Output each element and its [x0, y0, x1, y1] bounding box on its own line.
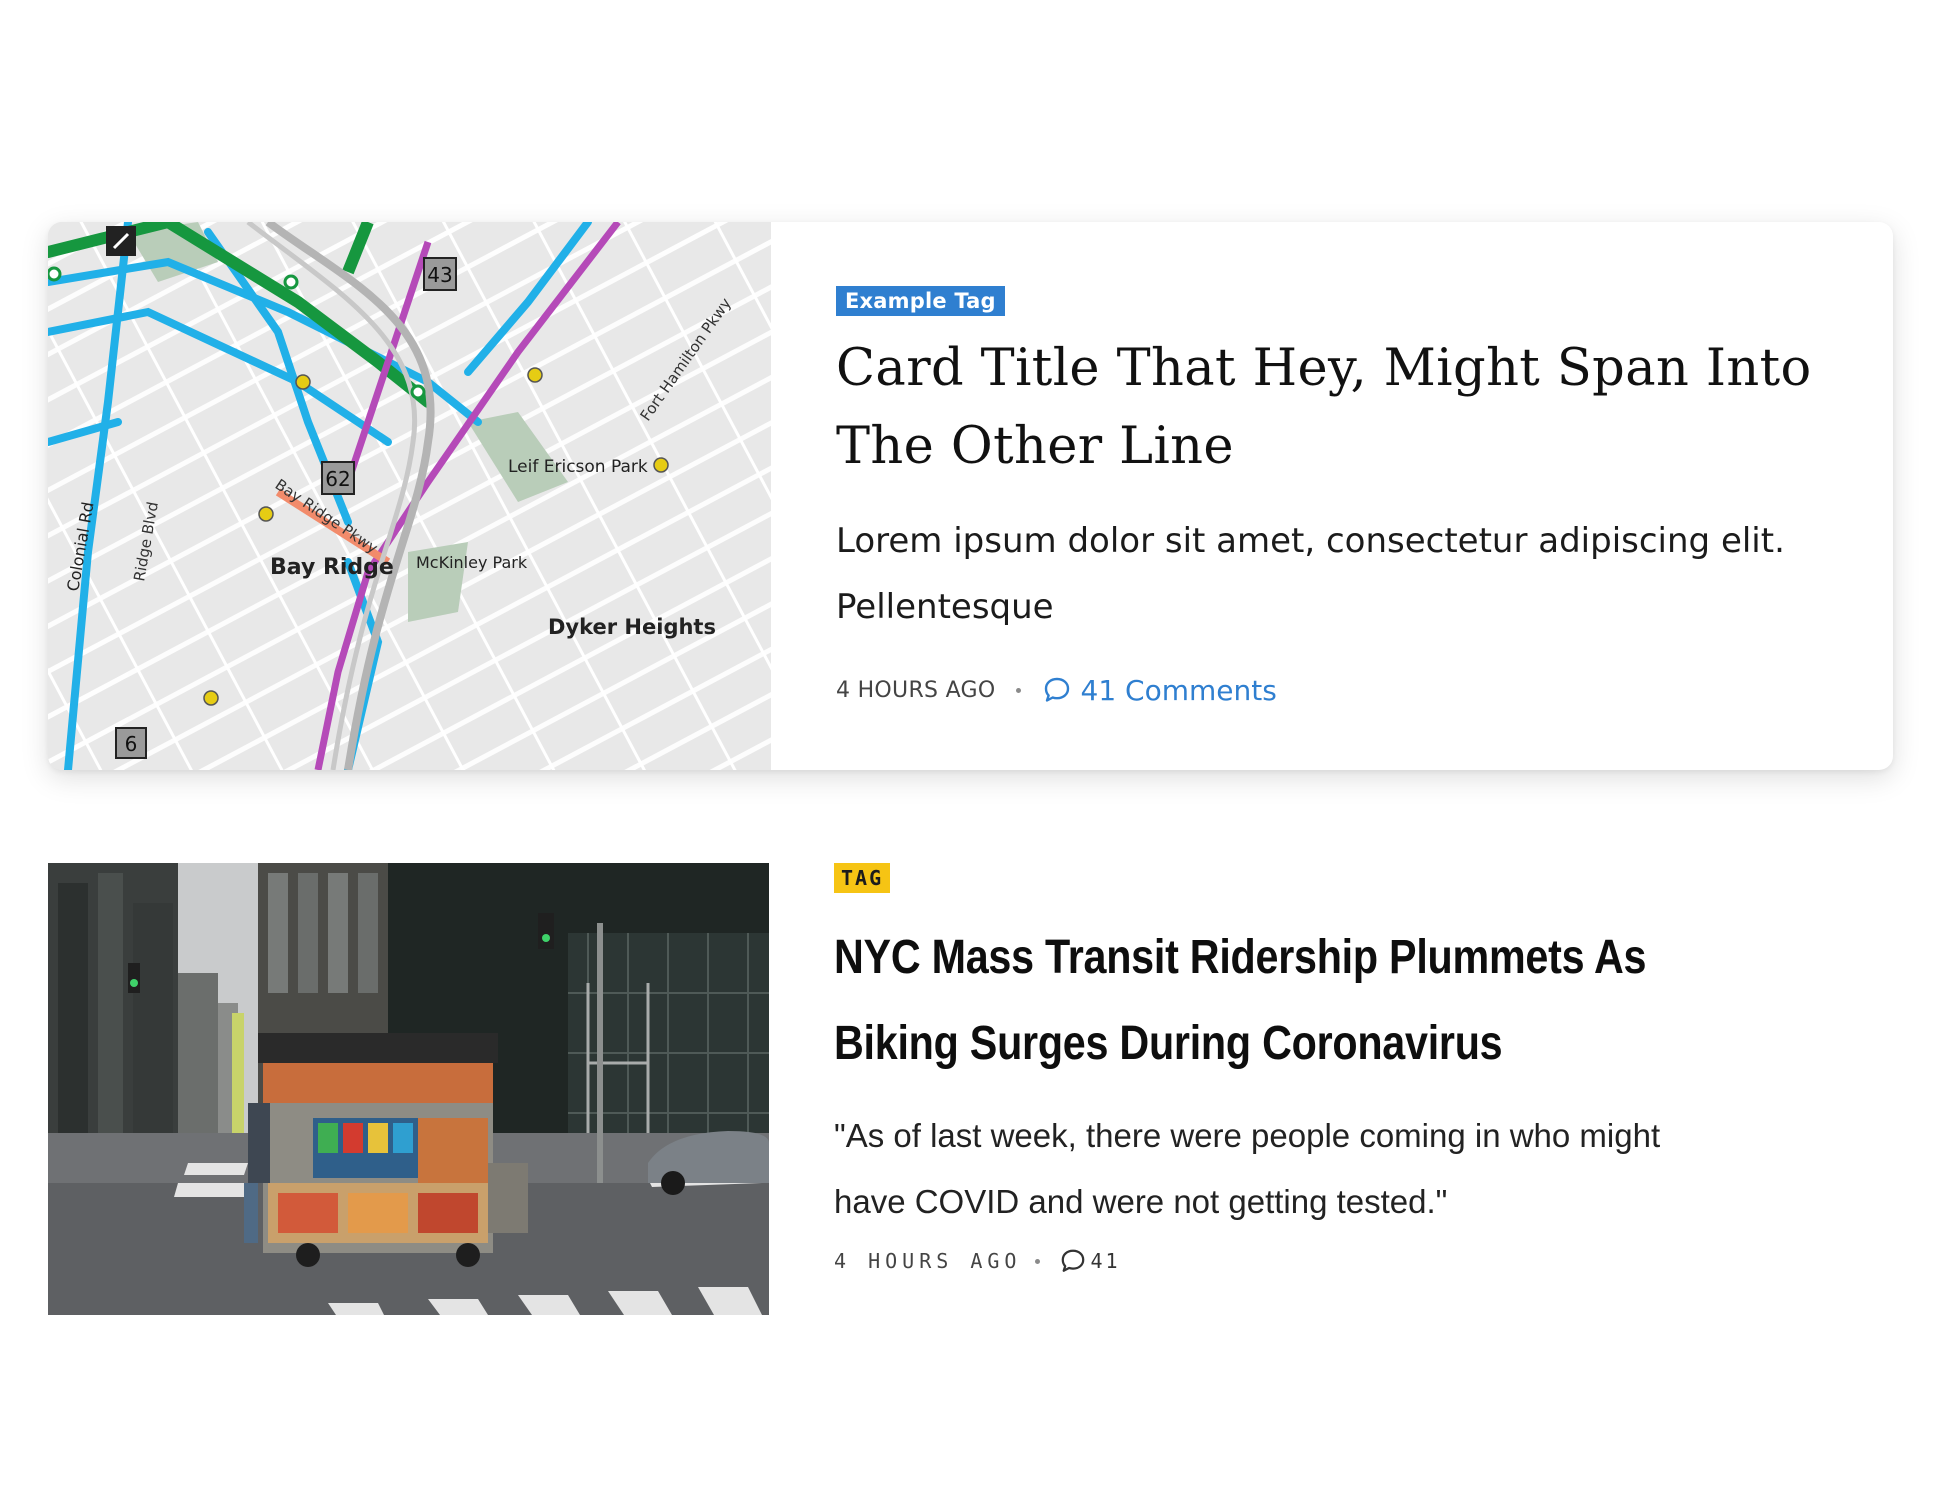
card-timestamp: 4 HOURS AGO — [834, 1249, 1022, 1273]
comments-link[interactable]: 41 — [1060, 1248, 1120, 1274]
card-tag[interactable]: Example Tag — [836, 286, 1005, 316]
meta-separator-dot — [1015, 687, 1021, 693]
card-title-container: NYC Mass Transit Ridership Plummets As B… — [834, 915, 1834, 1087]
subway-map-graphic: 43 62 6 Bay Ridge Dyker Heights Leif Eri… — [48, 222, 771, 770]
article-card-featured[interactable]: 43 62 6 Bay Ridge Dyker Heights Leif Eri… — [48, 222, 1893, 770]
map-label-leif-ericson-park: Leif Ericson Park — [508, 457, 648, 477]
card-meta: 4 HOURS AGO 41 Comments — [836, 670, 1836, 710]
comments-link[interactable]: 41 Comments — [1043, 674, 1277, 707]
card-body: TAG NYC Mass Transit Ridership Plummets … — [834, 863, 1834, 1281]
card-meta: 4 HOURS AGO 41 — [834, 1241, 1834, 1281]
comment-bubble-icon — [1044, 677, 1069, 702]
card-image-subway-map[interactable]: 43 62 6 Bay Ridge Dyker Heights Leif Eri… — [48, 222, 771, 770]
meta-separator-dot — [1035, 1258, 1041, 1264]
comment-bubble-icon — [1062, 1249, 1085, 1272]
map-label-mckinley-park: McKinley Park — [416, 553, 528, 572]
map-label-dyker-heights: Dyker Heights — [548, 615, 716, 639]
card-tag[interactable]: TAG — [834, 863, 891, 893]
card-title[interactable]: NYC Mass Transit Ridership Plummets As B… — [834, 915, 1677, 1087]
card-timestamp: 4 HOURS AGO — [836, 677, 996, 703]
route-43-label: 43 — [427, 263, 452, 287]
card-excerpt: "As of last week, there were people comi… — [834, 1117, 1661, 1220]
route-6-label: 6 — [125, 732, 138, 756]
street-food-cart-photo — [48, 863, 769, 1315]
map-label-bay-ridge: Bay Ridge — [270, 555, 394, 580]
card-title[interactable]: Card Title That Hey, Might Span Into The… — [836, 330, 1846, 486]
card-image-street-photo[interactable] — [48, 863, 769, 1315]
comments-count[interactable]: 41 Comments — [1081, 674, 1277, 707]
card-body: Example Tag Card Title That Hey, Might S… — [836, 286, 1836, 710]
card-excerpt: Lorem ipsum dolor sit amet, consectetur … — [836, 521, 1785, 627]
comments-count[interactable]: 41 — [1090, 1249, 1120, 1273]
article-card[interactable]: TAG NYC Mass Transit Ridership Plummets … — [48, 863, 1893, 1315]
route-62-label: 62 — [325, 467, 350, 491]
